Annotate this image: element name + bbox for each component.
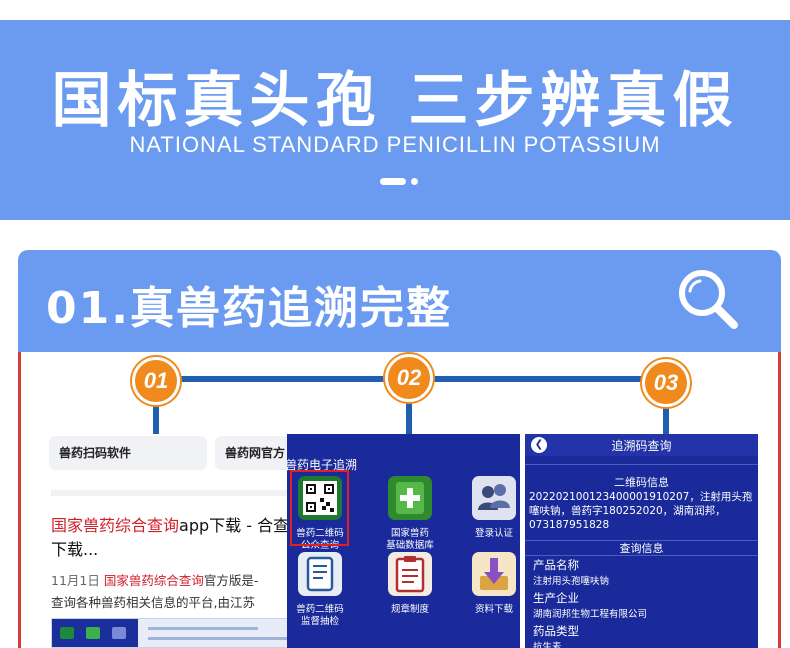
back-button[interactable]: ❮ <box>531 437 547 453</box>
timeline-drop-2 <box>406 400 412 434</box>
clipboard-icon <box>388 552 432 596</box>
app-label: 登录认证 <box>474 528 513 539</box>
thumb-line <box>148 627 258 630</box>
document-icon <box>298 552 342 596</box>
query-info-label: 查询信息 <box>619 542 664 555</box>
banner-subtitle: NATIONAL STANDARD PENICILLIN POTASSIUM <box>129 132 661 157</box>
thumb-icon <box>112 627 126 639</box>
app-label: 资料下载 <box>474 604 513 615</box>
users-icon <box>472 476 516 520</box>
timeline-drop-1 <box>153 400 159 434</box>
field-label: 生产企业 <box>533 591 579 605</box>
app-label: 规章制度 <box>390 604 429 615</box>
separator <box>525 464 758 465</box>
app-downloads[interactable]: 资料下载 <box>459 552 520 616</box>
app-qr-supervision[interactable]: 兽药二维码 监督抽检 <box>287 552 355 628</box>
inactive-dot <box>411 178 418 185</box>
search-result-title[interactable]: 国家兽药综合查询app下载 - 合查询下载... <box>51 514 315 562</box>
app-login-auth[interactable]: 登录认证 <box>459 476 520 540</box>
add-icon <box>388 476 432 520</box>
qr-info-label: 二维码信息 <box>614 476 669 489</box>
app-regulations[interactable]: 规章制度 <box>375 552 445 616</box>
result-thumbnail[interactable] <box>51 618 307 648</box>
traceability-section: 01.真兽药追溯完整 01 02 03 兽药扫码软件 兽药网官方 国家兽药综合查… <box>18 250 781 648</box>
download-icon <box>472 552 516 596</box>
selected-highlight <box>290 470 349 546</box>
step-badge-1: 01 <box>132 357 180 405</box>
search-result-snippet: 11月1日 国家兽药综合查询官方版是- 查询各种兽药相关信息的平台,由江苏 <box>51 570 315 614</box>
field-value: 湖南润邦生物工程有限公司 <box>533 609 648 620</box>
search-icon <box>679 270 738 329</box>
field-value: 抗生素 <box>533 642 562 648</box>
field-value: 注射用头孢噻呋钠 <box>533 576 610 587</box>
app-vet-drug-database[interactable]: 国家兽药 基础数据库 <box>375 476 445 552</box>
section-title: 01.真兽药追溯完整 <box>46 283 452 334</box>
query-header-title: 追溯码查询 <box>611 439 672 453</box>
top-banner: 国标真头孢 三步辨真假 NATIONAL STANDARD PENICILLIN… <box>0 20 790 220</box>
query-header: 追溯码查询 ❮ <box>525 434 758 456</box>
snippet-line2: 查询各种兽药相关信息的平台,由江苏 <box>51 595 255 610</box>
thumb-icon <box>60 627 74 639</box>
search-results-panel: 兽药扫码软件 兽药网官方 国家兽药综合查询app下载 - 合查询下载... 11… <box>47 434 315 648</box>
app-grid-panel: 兽药电子追溯 兽药二维码 公众查询 国家兽药 基础数据库 登录认证 兽药二维码 … <box>287 434 520 648</box>
divider <box>51 490 311 496</box>
qr-info-text: 20220210012340000191020​7，注射用头孢噻呋钠，兽药字18… <box>529 491 753 531</box>
search-chip-1[interactable]: 兽药扫码软件 <box>49 436 207 470</box>
app-label: 监督抽检 <box>300 616 339 627</box>
step-badge-2: 02 <box>385 354 433 402</box>
section-header: 01.真兽药追溯完整 <box>18 250 781 352</box>
thumbnail-app-preview <box>52 619 138 647</box>
result-title-highlight: 国家兽药综合查询 <box>51 516 180 535</box>
field-label: 产品名称 <box>533 558 579 572</box>
active-dot <box>380 178 406 185</box>
result-date: 11月1日 <box>51 573 100 588</box>
separator <box>525 555 758 556</box>
snippet-highlight: 国家兽药综合查询 <box>103 573 204 588</box>
banner-title: 国标真头孢 三步辨真假 <box>51 66 739 136</box>
snippet-rest: 官方版是- <box>203 573 259 588</box>
trace-query-panel: 追溯码查询 ❮ 二维码信息 20220210012340000191020​7，… <box>525 434 758 648</box>
thumb-line <box>148 637 288 640</box>
app-label: 国家兽药 <box>390 528 429 539</box>
thumb-icon <box>86 627 100 639</box>
field-label: 药品类型 <box>533 624 579 638</box>
app-label: 兽药二维码 <box>296 604 344 615</box>
app-label: 基础数据库 <box>386 540 434 551</box>
step-badge-3: 03 <box>642 359 690 407</box>
pagination-dots <box>380 178 420 186</box>
